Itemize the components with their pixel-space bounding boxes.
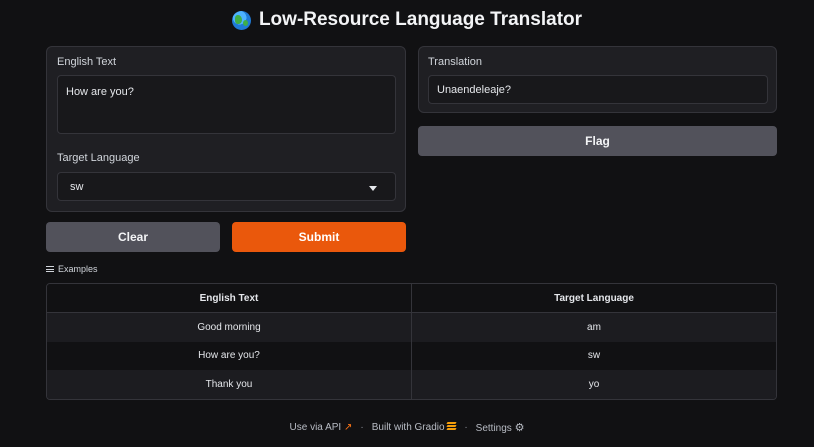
footer: Use via API ↗ · Built with Gradio · Sett…: [0, 421, 814, 434]
column-header-english: English Text: [47, 284, 412, 312]
examples-table: English Text Target Language Good mornin…: [46, 283, 777, 400]
settings-label: Settings: [475, 423, 512, 434]
output-panel: Translation Unaendeleaje?: [418, 46, 777, 113]
example-target-cell[interactable]: am: [412, 313, 776, 342]
translation-output[interactable]: Unaendeleaje?: [428, 75, 768, 104]
list-icon: [46, 266, 54, 272]
example-english-cell[interactable]: How are you?: [47, 341, 412, 370]
chevron-down-icon: [369, 186, 377, 191]
footer-separator: ·: [360, 422, 364, 433]
target-language-value: sw: [70, 181, 84, 193]
english-text-label: English Text: [57, 56, 117, 68]
page-title-row: Low-Resource Language Translator: [0, 8, 814, 32]
column-header-target: Target Language: [554, 292, 634, 304]
target-language-dropdown[interactable]: sw: [57, 172, 396, 201]
footer-separator: ·: [464, 422, 468, 433]
example-row[interactable]: Thank you yo: [47, 370, 776, 399]
example-row[interactable]: Good morning am: [47, 313, 776, 342]
input-panel: English Text How are you? Target Languag…: [46, 46, 406, 212]
use-via-api-label: Use via API: [289, 422, 342, 433]
gradio-logo-icon: [446, 422, 457, 430]
built-with-gradio-label: Built with Gradio: [371, 422, 445, 433]
english-text-input[interactable]: How are you?: [57, 75, 396, 134]
built-with-gradio-link[interactable]: Built with Gradio: [372, 422, 457, 433]
example-english-cell[interactable]: Good morning: [47, 313, 412, 342]
target-language-label: Target Language: [57, 152, 140, 164]
rocket-icon: ↗: [344, 422, 353, 433]
flag-button[interactable]: Flag: [418, 126, 777, 156]
example-english-cell[interactable]: Thank you: [47, 370, 412, 399]
example-target-cell[interactable]: sw: [412, 342, 776, 371]
clear-button[interactable]: Clear: [46, 222, 220, 252]
settings-link[interactable]: Settings ⚙: [476, 421, 525, 434]
globe-icon: [231, 10, 251, 30]
examples-heading: Examples: [46, 264, 98, 274]
gear-icon: ⚙: [514, 422, 525, 434]
use-via-api-link[interactable]: Use via API ↗: [290, 422, 353, 433]
submit-button[interactable]: Submit: [232, 222, 406, 252]
example-row[interactable]: How are you? sw: [47, 341, 776, 371]
examples-label: Examples: [58, 264, 98, 274]
example-target-cell[interactable]: yo: [412, 370, 776, 399]
examples-header-row: English Text Target Language: [47, 284, 776, 313]
page-title: Low-Resource Language Translator: [258, 9, 583, 30]
translation-label: Translation: [428, 56, 483, 68]
